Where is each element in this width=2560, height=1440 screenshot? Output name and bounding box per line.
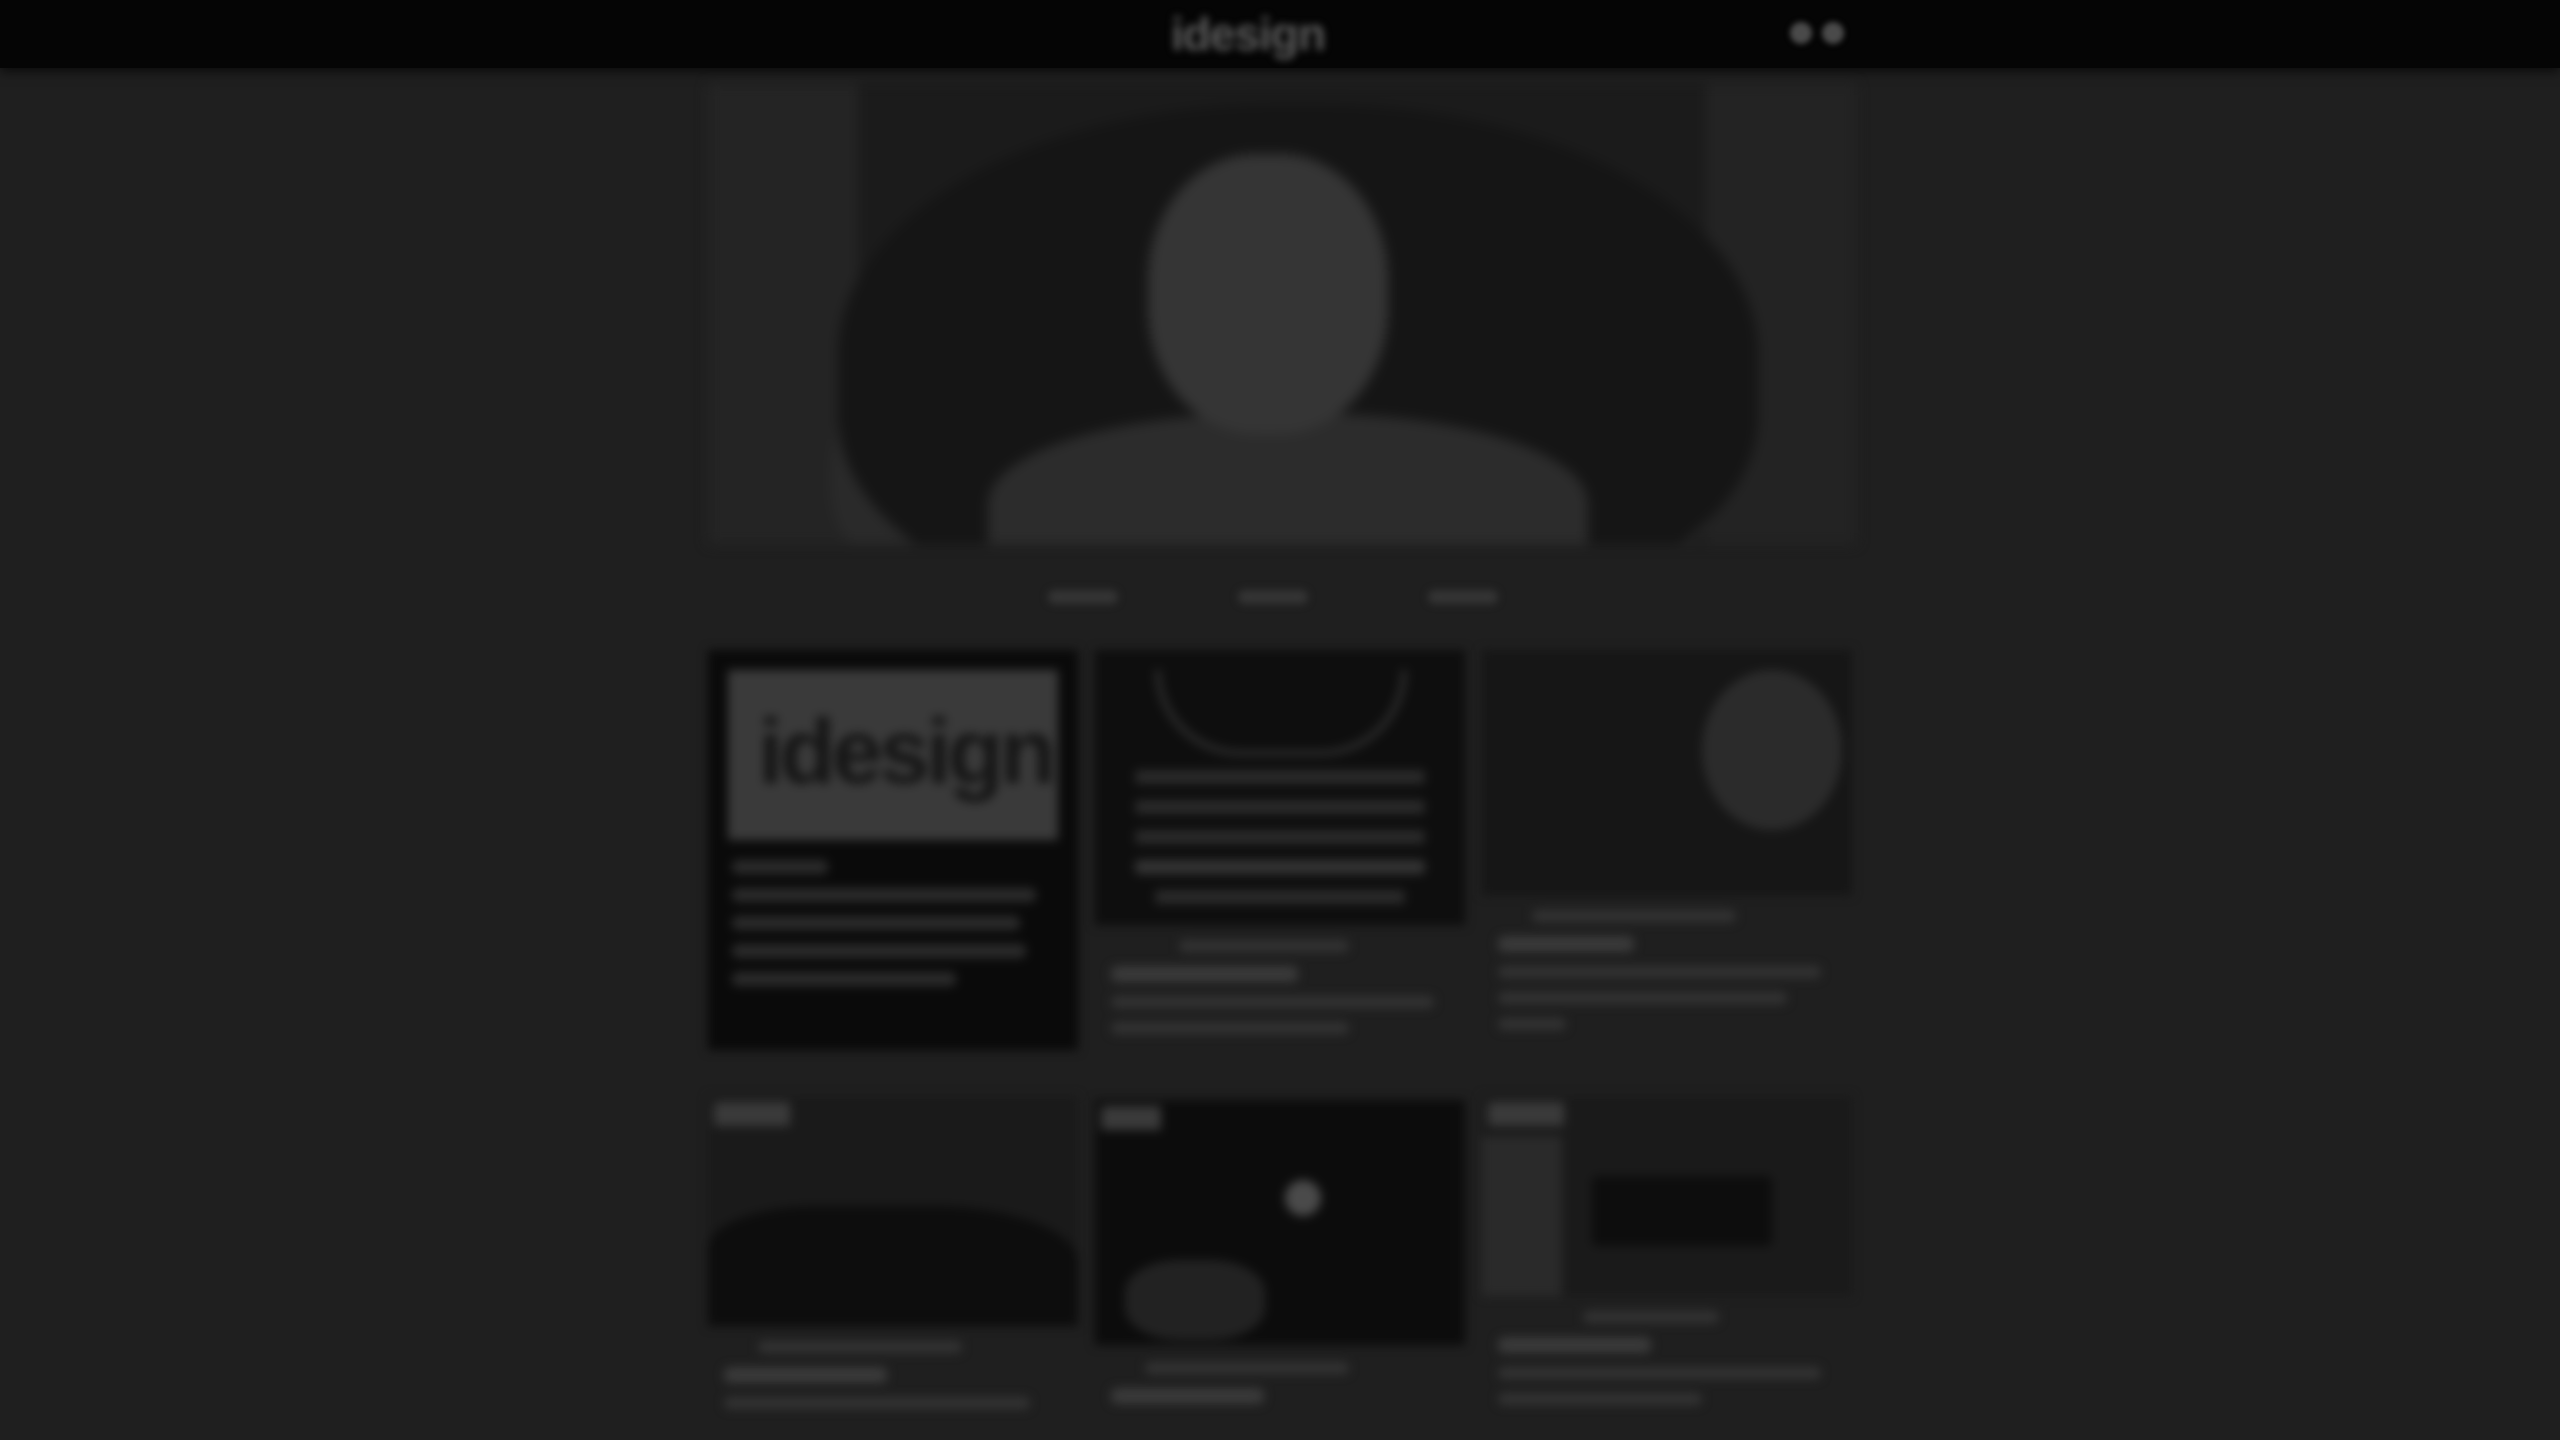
card-text-line bbox=[1498, 1018, 1566, 1030]
interior-thumbnail[interactable] bbox=[1482, 1096, 1852, 1296]
card-meta-line bbox=[758, 1341, 962, 1353]
card-5-text bbox=[1111, 1362, 1451, 1418]
magazine-cover-thumbnail[interactable]: idesign bbox=[708, 650, 1078, 1050]
hill-shape bbox=[708, 1206, 1078, 1326]
hero-banner-image[interactable] bbox=[708, 84, 1856, 544]
text-line bbox=[732, 888, 1036, 902]
hero-figure-face bbox=[1148, 154, 1388, 434]
card-text-line bbox=[1498, 992, 1787, 1004]
furniture-shape bbox=[1592, 1176, 1772, 1246]
card-meta-line bbox=[1532, 910, 1736, 922]
key-row bbox=[1135, 800, 1425, 814]
category-tag bbox=[714, 1102, 790, 1126]
key-row bbox=[1155, 890, 1405, 904]
key-row bbox=[1135, 770, 1425, 784]
carousel-pagination bbox=[1048, 590, 1498, 604]
category-tag bbox=[1488, 1102, 1564, 1126]
carousel-dot-1[interactable] bbox=[1048, 590, 1118, 604]
card-text-line bbox=[1498, 966, 1821, 978]
magazine-cover-word: idesign bbox=[758, 701, 1056, 803]
card-text-line bbox=[1111, 1022, 1349, 1034]
keyboard-thumbnail[interactable] bbox=[1095, 650, 1465, 925]
card-title-line bbox=[1111, 1388, 1264, 1404]
top-navigation-bar: idesign bbox=[0, 0, 2560, 68]
wall-panel bbox=[1482, 1136, 1562, 1296]
architecture-thumbnail[interactable] bbox=[1482, 650, 1852, 895]
text-line bbox=[732, 972, 956, 986]
card-meta-line bbox=[1179, 940, 1349, 952]
landscape-thumbnail[interactable] bbox=[708, 1096, 1078, 1326]
text-line bbox=[732, 916, 1020, 930]
card-text-line bbox=[724, 1397, 1030, 1409]
card-text-line bbox=[1111, 996, 1434, 1008]
card-text-line bbox=[1498, 1367, 1821, 1379]
site-logo[interactable]: idesign bbox=[1163, 6, 1333, 62]
carousel-dot-3[interactable] bbox=[1428, 590, 1498, 604]
card-meta-line bbox=[1145, 1362, 1349, 1374]
card-text-line bbox=[1498, 1393, 1702, 1405]
curved-shape bbox=[1702, 670, 1842, 830]
card-4-text bbox=[724, 1341, 1064, 1423]
text-line bbox=[732, 944, 1027, 958]
category-tag bbox=[1101, 1106, 1161, 1130]
article-card-5[interactable] bbox=[1095, 1100, 1465, 1440]
keyboard-arc-shape bbox=[1155, 670, 1407, 756]
magazine-cover-masthead: idesign bbox=[728, 670, 1058, 840]
user-icon[interactable] bbox=[1790, 22, 1812, 44]
header-icons bbox=[1790, 22, 1844, 48]
card-6-text bbox=[1498, 1311, 1838, 1419]
menu-icon[interactable] bbox=[1822, 22, 1844, 44]
article-card-3[interactable] bbox=[1482, 650, 1852, 1060]
text-line bbox=[732, 860, 828, 874]
card-title-line bbox=[1498, 1337, 1651, 1353]
card-2-text bbox=[1111, 940, 1451, 1048]
card-meta-line bbox=[1583, 1311, 1719, 1323]
card-title-line bbox=[724, 1367, 888, 1383]
light-glow bbox=[1285, 1180, 1321, 1216]
article-card-4[interactable] bbox=[708, 1096, 1078, 1440]
magazine-cover-text-lines bbox=[732, 860, 1052, 1000]
foreground-shape bbox=[1125, 1260, 1265, 1340]
article-card-6[interactable] bbox=[1482, 1096, 1852, 1440]
night-scene-thumbnail[interactable] bbox=[1095, 1100, 1465, 1345]
key-row bbox=[1135, 860, 1425, 874]
article-card-2[interactable] bbox=[1095, 650, 1465, 1060]
card-title-line bbox=[1111, 966, 1298, 982]
key-row bbox=[1135, 830, 1425, 844]
card-3-text bbox=[1498, 910, 1838, 1044]
article-card-1[interactable]: idesign bbox=[708, 650, 1078, 1050]
card-title-line bbox=[1498, 936, 1634, 952]
carousel-dot-2[interactable] bbox=[1238, 590, 1308, 604]
